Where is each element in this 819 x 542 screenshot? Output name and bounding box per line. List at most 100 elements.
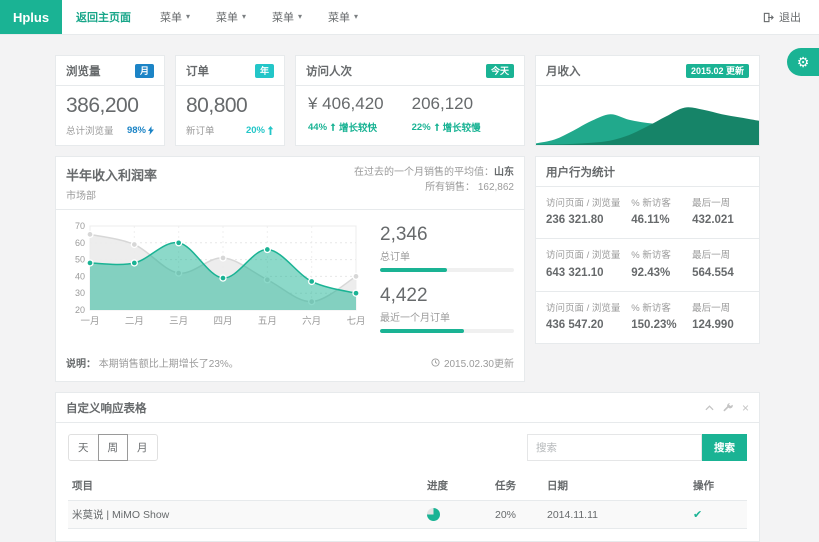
- behavior-value: 124.990: [692, 319, 749, 331]
- projects-table: 项目 进度 任务 日期 操作 米莫说 | MiMO Show 20% 2014: [68, 471, 747, 529]
- gear-icon: ⚙: [797, 54, 810, 71]
- caret-down-icon: ▾: [186, 13, 190, 21]
- orders-title: 订单: [186, 63, 209, 79]
- cell-date: 2014.11.11: [543, 501, 689, 529]
- settings-fab[interactable]: ⚙: [787, 48, 819, 76]
- behavior-row: 访问页面 / 浏览量236 321.80 % 新访客46.11% 最后一周432…: [536, 187, 759, 239]
- panel-halfyear-revenue: 半年收入利润率 市场部 在过去的一个月销售的平均值：山东 所有销售： 162,8…: [55, 156, 525, 382]
- nav-menu-3[interactable]: 菜单 ▾: [272, 9, 302, 25]
- behavior-value: 92.43%: [631, 267, 692, 279]
- behavior-label: 访问页面 / 浏览量: [546, 249, 631, 262]
- sales-note-text: 本期销售额比上期增长了23%。: [99, 359, 239, 370]
- behavior-value: 643 321.10: [546, 267, 631, 279]
- check-icon[interactable]: ✔: [693, 509, 702, 521]
- page-content: 浏览量 月 386,200 总计浏览量 98% 订单 年 80,: [55, 55, 760, 542]
- svg-text:七月: 七月: [346, 316, 365, 327]
- pageviews-value: 386,200: [66, 94, 154, 118]
- logout-label: 退出: [779, 9, 801, 25]
- range-month-button[interactable]: 月: [127, 434, 158, 461]
- cell-task: 20%: [491, 501, 543, 529]
- settings-button[interactable]: [723, 403, 733, 413]
- visits-count: 206,120: [412, 94, 481, 114]
- top-navbar: Hplus 返回主页面 菜单 ▾ 菜单 ▾ 菜单 ▾ 菜单 ▾ 退出: [0, 0, 819, 35]
- col-project: 项目: [68, 471, 423, 501]
- table-row: 米莫说 | MiMO Show 20% 2014.11.11 ✔: [68, 501, 747, 529]
- level-up-icon: [434, 123, 440, 131]
- brand-logo[interactable]: Hplus: [0, 0, 62, 34]
- svg-text:四月: 四月: [213, 316, 232, 327]
- behavior-value: 436 547.20: [546, 319, 631, 331]
- close-icon[interactable]: ×: [742, 402, 749, 414]
- cell-project: 米莫说 | MiMO Show: [68, 501, 423, 529]
- main-row: 半年收入利润率 市场部 在过去的一个月销售的平均值：山东 所有销售： 162,8…: [55, 156, 760, 382]
- nav-menu-1[interactable]: 菜单 ▾: [160, 9, 190, 25]
- behavior-row: 访问页面 / 浏览量643 321.10 % 新访客92.43% 最后一周564…: [536, 239, 759, 291]
- wrench-icon: [723, 403, 733, 413]
- svg-text:30: 30: [75, 288, 85, 298]
- collapse-button[interactable]: [705, 405, 714, 411]
- behavior-label: 访问页面 / 浏览量: [546, 197, 631, 210]
- bolt-icon: [148, 126, 154, 135]
- nav-menu-4[interactable]: 菜单 ▾: [328, 9, 358, 25]
- level-up-icon: [330, 123, 336, 131]
- behavior-title: 用户行为统计: [546, 164, 615, 180]
- range-day-button[interactable]: 天: [68, 434, 99, 461]
- search-input[interactable]: [527, 434, 702, 461]
- svg-text:50: 50: [75, 255, 85, 265]
- svg-text:六月: 六月: [302, 315, 321, 327]
- visits-right-percent: 22%: [412, 122, 431, 133]
- behavior-value: 432.021: [692, 214, 749, 226]
- month-orders-label: 最近一个月订单: [380, 309, 514, 324]
- svg-text:60: 60: [75, 238, 85, 248]
- halfyear-area-chart: 一月 二月 三月 四月 五月 六月 七月 20 30 40 50 60 70: [66, 220, 366, 328]
- pageviews-period-badge: 月: [135, 64, 154, 79]
- progress-pie-icon: [427, 508, 440, 521]
- sales-subtitle: 市场部: [66, 187, 157, 202]
- panel-monthly-income: 月收入 2015.02 更新: [535, 55, 760, 146]
- svg-text:三月: 三月: [169, 316, 188, 327]
- table-title: 自定义响应表格: [66, 400, 147, 416]
- visits-left-note: 增长较快: [339, 120, 377, 134]
- behavior-label: % 新访客: [631, 197, 692, 210]
- sales-updated: 2015.02.30更新: [444, 355, 514, 370]
- logout-button[interactable]: 退出: [763, 0, 801, 34]
- range-week-button[interactable]: 周: [98, 434, 129, 461]
- behavior-value: 46.11%: [631, 214, 692, 226]
- nav-menu-3-label: 菜单: [272, 9, 294, 25]
- svg-text:40: 40: [75, 271, 85, 281]
- total-orders-progress: [380, 268, 514, 272]
- caret-down-icon: ▾: [298, 13, 302, 21]
- nav-menu-2[interactable]: 菜单 ▾: [216, 9, 246, 25]
- svg-text:70: 70: [75, 221, 85, 231]
- visits-right-note: 增长较慢: [443, 120, 481, 134]
- clock-icon: [431, 358, 440, 367]
- svg-text:20: 20: [75, 305, 85, 315]
- chevron-up-icon: [705, 405, 714, 411]
- svg-text:五月: 五月: [258, 316, 277, 327]
- behavior-label: 最后一周: [692, 197, 749, 210]
- search-button[interactable]: 搜索: [702, 434, 747, 461]
- pageviews-percent: 98%: [127, 125, 146, 136]
- sales-total-label: 所有销售：: [425, 182, 475, 193]
- behavior-value: 564.554: [692, 267, 749, 279]
- nav-home-link[interactable]: 返回主页面: [76, 9, 131, 25]
- total-orders-label: 总订单: [380, 248, 514, 263]
- orders-period-badge: 年: [255, 64, 274, 79]
- svg-text:一月: 一月: [80, 316, 99, 327]
- panel-visits: 访问人次 今天 ¥ 406,420 44% 增长较快 206,120 22%: [295, 55, 525, 146]
- range-button-group: 天 周 月: [68, 434, 158, 461]
- monthly-income-chart: [536, 86, 759, 145]
- svg-text:二月: 二月: [125, 316, 144, 327]
- col-progress: 进度: [423, 471, 491, 501]
- month-orders-progress: [380, 329, 514, 333]
- visits-left-percent: 44%: [308, 122, 327, 133]
- behavior-label: % 新访客: [631, 302, 692, 315]
- visits-period-badge: 今天: [486, 64, 514, 79]
- sales-title: 半年收入利润率: [66, 165, 157, 184]
- behavior-label: 访问页面 / 浏览量: [546, 302, 631, 315]
- sign-out-icon: [763, 12, 774, 23]
- col-task: 任务: [491, 471, 543, 501]
- behavior-label: 最后一周: [692, 249, 749, 262]
- sales-note-label: 说明：: [66, 359, 96, 370]
- panel-orders: 订单 年 80,800 新订单 20%: [175, 55, 285, 146]
